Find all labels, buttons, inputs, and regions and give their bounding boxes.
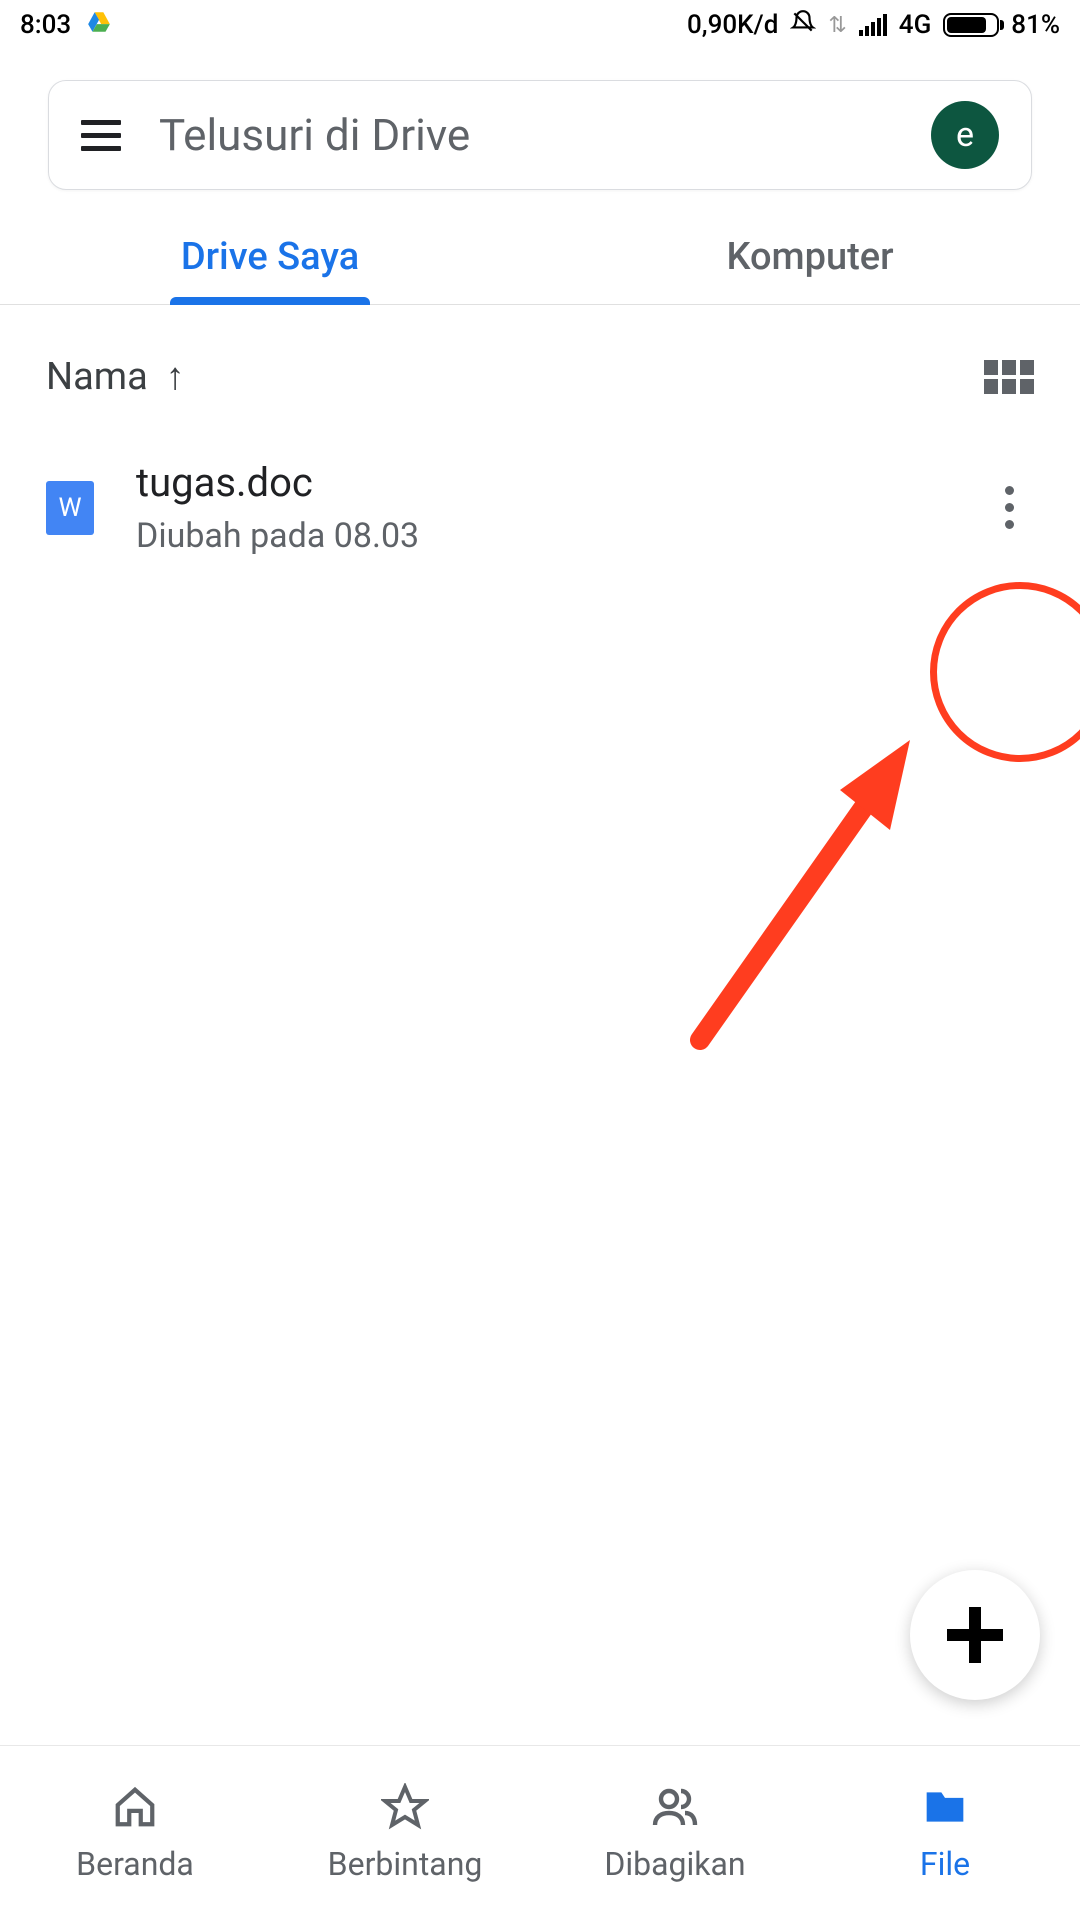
tab-komputer[interactable]: Komputer bbox=[540, 210, 1080, 304]
file-row[interactable]: W tugas.doc Diubah pada 08.03 bbox=[0, 429, 1080, 586]
status-time: 8:03 bbox=[20, 10, 71, 40]
nav-berbintang[interactable]: Berbintang bbox=[270, 1746, 540, 1920]
annotation-arrow-icon bbox=[680, 720, 940, 1060]
plus-icon bbox=[947, 1607, 1003, 1663]
tab-drive-saya[interactable]: Drive Saya bbox=[0, 210, 540, 304]
people-icon bbox=[651, 1783, 699, 1831]
tabs: Drive Saya Komputer bbox=[0, 210, 1080, 305]
home-icon bbox=[111, 1783, 159, 1831]
battery-percent: 81% bbox=[1011, 10, 1060, 40]
nav-label: Beranda bbox=[76, 1845, 194, 1883]
nav-file[interactable]: File bbox=[810, 1746, 1080, 1920]
battery-icon bbox=[943, 13, 999, 37]
signal-icon bbox=[859, 14, 887, 36]
view-toggle-grid-icon[interactable] bbox=[984, 360, 1034, 394]
sort-direction-icon: ↑ bbox=[166, 355, 185, 399]
tab-label: Komputer bbox=[726, 235, 893, 279]
sort-button[interactable]: Nama ↑ bbox=[46, 355, 185, 399]
status-bar: 8:03 0,90K/d ⇅ 4G 81% bbox=[0, 0, 1080, 50]
file-meta: Diubah pada 08.03 bbox=[136, 516, 942, 556]
nav-dibagikan[interactable]: Dibagikan bbox=[540, 1746, 810, 1920]
tab-label: Drive Saya bbox=[181, 235, 359, 279]
avatar[interactable]: e bbox=[931, 101, 999, 169]
nav-label: File bbox=[920, 1845, 970, 1883]
folder-icon bbox=[921, 1783, 969, 1831]
search-bar[interactable]: Telusuri di Drive e bbox=[48, 80, 1032, 190]
sort-field: Nama bbox=[46, 355, 148, 399]
network-type: 4G bbox=[899, 10, 932, 40]
data-arrows-icon: ⇅ bbox=[828, 13, 846, 38]
star-icon bbox=[381, 1783, 429, 1831]
status-data-rate: 0,90K/d bbox=[687, 10, 778, 40]
nav-beranda[interactable]: Beranda bbox=[0, 1746, 270, 1920]
more-options-icon[interactable] bbox=[984, 476, 1034, 539]
hamburger-menu-icon[interactable] bbox=[81, 120, 121, 151]
annotation-circle bbox=[930, 582, 1080, 762]
drive-logo-icon bbox=[85, 9, 113, 42]
bottom-nav: Beranda Berbintang Dibagikan File bbox=[0, 1745, 1080, 1920]
bell-muted-icon bbox=[790, 9, 816, 42]
fab-add-button[interactable] bbox=[910, 1570, 1040, 1700]
file-name: tugas.doc bbox=[136, 459, 942, 506]
word-doc-icon: W bbox=[46, 481, 94, 535]
search-placeholder[interactable]: Telusuri di Drive bbox=[159, 109, 893, 161]
nav-label: Berbintang bbox=[328, 1845, 483, 1883]
nav-label: Dibagikan bbox=[604, 1845, 745, 1883]
